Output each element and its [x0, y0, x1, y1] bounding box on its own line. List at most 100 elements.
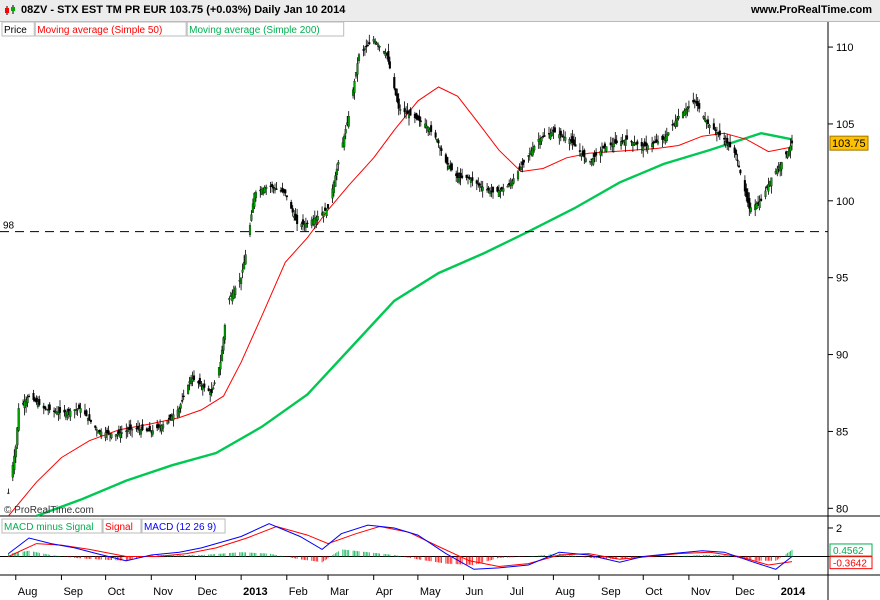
price-legend-item-2: Moving average (Simple 200) [189, 25, 320, 36]
candle-body [478, 183, 481, 186]
candle-body [228, 298, 231, 301]
candle-body [636, 141, 639, 145]
candle-body [755, 203, 758, 209]
candle-body [651, 143, 654, 147]
time-tick-label: Jun [466, 586, 484, 598]
candle-body [38, 399, 41, 405]
candle-body [366, 44, 369, 47]
candle-body [210, 389, 213, 394]
candle-body [203, 383, 206, 388]
macd-neg-label: -0.3642 [833, 559, 867, 570]
candle-body [625, 135, 629, 140]
price-tick-label: 95 [836, 273, 848, 285]
chart-window: 08ZV - STX EST TM PR EUR 103.75 (+0.03%)… [0, 0, 880, 600]
candle-body [533, 146, 536, 151]
time-tick-label: Nov [153, 586, 173, 598]
candle-body [584, 158, 587, 162]
candle-body [789, 145, 792, 152]
time-tick-label: Dec [197, 586, 217, 598]
candle-body [600, 149, 604, 153]
candle-body [612, 143, 615, 148]
candle-body [198, 377, 201, 385]
candle-body [676, 118, 679, 127]
candle-body [326, 204, 330, 209]
candle-body [166, 420, 169, 425]
candle-body [764, 190, 767, 197]
time-tick-label: Dec [735, 586, 755, 598]
candle-body [110, 433, 113, 439]
candle-body [749, 207, 752, 212]
time-tick-label: Aug [18, 586, 38, 598]
candle-body [589, 160, 592, 163]
candle-body [640, 142, 643, 147]
macd-legend-item-0: MACD minus Signal [4, 522, 93, 533]
level-label: 98 [3, 221, 15, 232]
candle-body [790, 140, 794, 144]
candle-body [461, 175, 464, 178]
candle-body [458, 177, 461, 183]
time-tick-label: Sep [601, 586, 621, 598]
time-tick-label: May [420, 586, 441, 598]
candle-body [219, 362, 222, 370]
candle-body [487, 187, 490, 191]
candle-body [712, 123, 715, 130]
candle-body [76, 408, 79, 411]
candle-body [151, 430, 154, 435]
candle-body [223, 325, 226, 340]
candle-body [706, 119, 710, 125]
candle-body [95, 429, 98, 431]
candle-body [248, 225, 252, 235]
candle-body [107, 430, 110, 434]
candle-body [192, 375, 196, 380]
candle-body [512, 178, 515, 184]
time-axis: Aug Sep Oct Nov Dec 2013 Feb Mar Apr May Jun Jul Aug… [15, 575, 806, 598]
candle-body [334, 175, 337, 187]
candle-body [316, 216, 319, 221]
candle-body [172, 414, 175, 421]
candle-body [7, 492, 10, 495]
candle-body [378, 46, 381, 48]
price-legend-item-1: Moving average (Simple 50) [37, 25, 162, 36]
time-tick-label: Aug [555, 586, 575, 598]
candle-body [387, 50, 390, 62]
candle-body [726, 137, 729, 144]
candle-body [66, 411, 69, 416]
candle-body [126, 430, 129, 432]
candle-body [543, 135, 546, 137]
candle-body [141, 424, 144, 431]
price-tick-label: 110 [836, 42, 854, 54]
candle-body [409, 109, 412, 116]
candle-body [356, 63, 359, 75]
candle-body [116, 433, 119, 436]
candle-body [85, 410, 88, 417]
candle-body [98, 429, 101, 432]
candle-body [296, 214, 299, 225]
candle-body [519, 166, 523, 170]
price-tick-label: 85 [836, 426, 848, 438]
candle-body [178, 408, 181, 412]
candle-body [27, 395, 31, 398]
candle-body [698, 103, 701, 109]
candle-body [187, 385, 190, 394]
candle-body [353, 80, 356, 93]
candle-body [481, 186, 484, 191]
candle-body [739, 169, 742, 174]
candle-body [419, 120, 422, 122]
time-tick-label: 2013 [243, 586, 267, 598]
candle-body [572, 139, 576, 145]
candle-body [605, 146, 608, 152]
candle-body [592, 158, 595, 165]
candle-body [100, 431, 103, 437]
candle-body [704, 118, 707, 122]
candle-body [32, 393, 35, 400]
candle-body [120, 432, 123, 434]
candle-body [456, 172, 459, 178]
candle-body [136, 426, 140, 430]
time-tick-label: Jul [510, 586, 524, 598]
candle-body [325, 209, 328, 217]
macd-legend: MACD minus Signal Signal MACD (12 26 9) [1, 518, 226, 534]
candle-body [375, 42, 378, 45]
candle-body [335, 168, 338, 176]
time-tick-label: Mar [330, 586, 349, 598]
candle-body [430, 125, 433, 132]
